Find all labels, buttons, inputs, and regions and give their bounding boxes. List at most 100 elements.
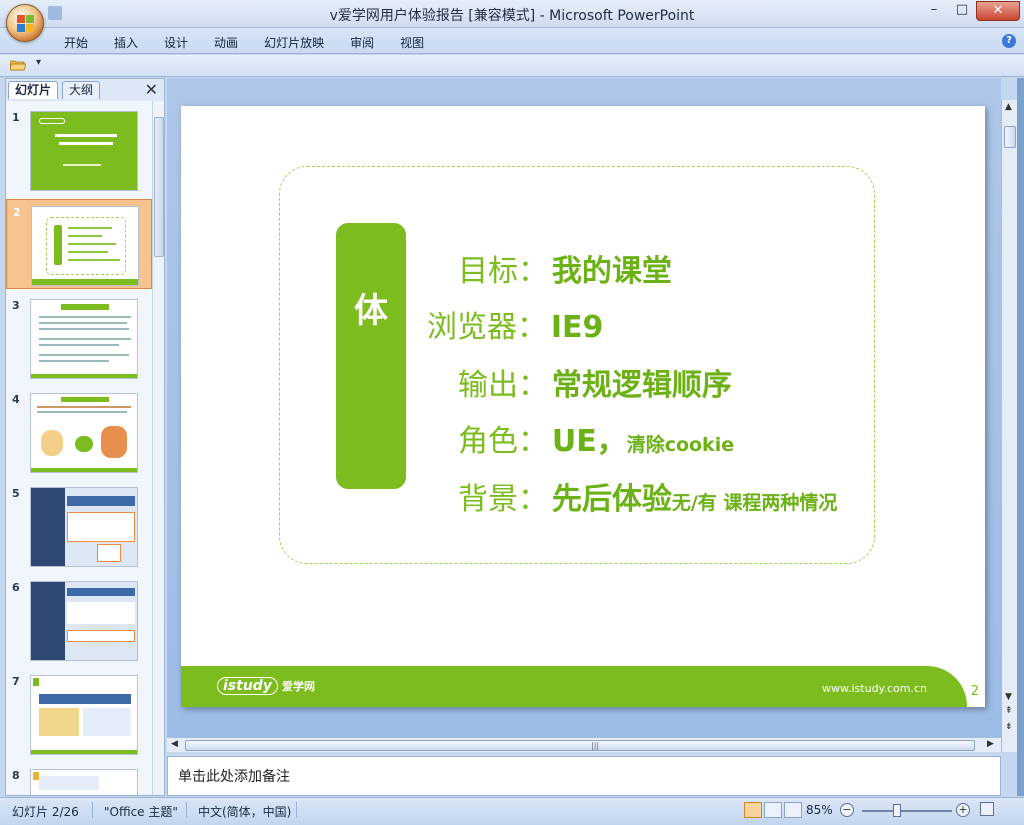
row-label: 输出： bbox=[458, 368, 548, 403]
slide-thumbnail-2[interactable]: 2 bbox=[6, 199, 152, 289]
thumbnails-scrollbar[interactable] bbox=[152, 101, 164, 795]
row-label: 背景： bbox=[458, 482, 548, 517]
divider bbox=[92, 802, 93, 818]
open-folder-icon[interactable] bbox=[10, 59, 26, 71]
logo-text: istudy bbox=[217, 677, 278, 695]
tab-review[interactable]: 审阅 bbox=[350, 34, 374, 51]
slides-pane: 幻灯片 大纲 ✕ 1 2 3 4 5 6 7 8 bbox=[5, 78, 165, 796]
slide-thumbnail-3[interactable]: 3 bbox=[6, 293, 152, 383]
maximize-button[interactable]: □ bbox=[948, 1, 976, 21]
window-title: v爱学网用户体验报告 [兼容模式] - Microsoft PowerPoint bbox=[329, 8, 695, 24]
previous-slide-icon[interactable]: ⇞ bbox=[1005, 706, 1013, 716]
tab-home[interactable]: 开始 bbox=[64, 34, 88, 51]
thumbnail-image bbox=[30, 111, 138, 191]
language[interactable]: 中文(简体，中国) bbox=[198, 803, 291, 820]
zoom-slider-thumb[interactable] bbox=[893, 804, 901, 817]
normal-view-icon[interactable] bbox=[744, 802, 762, 818]
current-slide[interactable]: 体 目标： 我的课堂 浏览器： IE9 输出： 常规逻辑顺序 角色： UE，清除… bbox=[181, 106, 985, 707]
row-value: UE， bbox=[551, 424, 627, 459]
quick-access-toolbar: ▾ bbox=[0, 55, 1024, 77]
pane-close-icon[interactable]: ✕ bbox=[145, 80, 158, 99]
row-value: IE9 bbox=[550, 310, 604, 345]
scrollbar-thumb[interactable] bbox=[1004, 126, 1016, 148]
thumbnail-image bbox=[30, 299, 138, 379]
thumbnail-number: 2 bbox=[13, 206, 21, 219]
divider bbox=[186, 802, 187, 818]
title-bar: v爱学网用户体验报告 [兼容模式] - Microsoft PowerPoint… bbox=[0, 0, 1024, 28]
row-extra: 无/有 课程两种情况 bbox=[671, 492, 838, 514]
row-background: 背景： 先后体验无/有 课程两种情况 bbox=[458, 474, 838, 517]
notes-placeholder[interactable]: 单击此处添加备注 bbox=[178, 766, 290, 786]
thumbnail-number: 5 bbox=[12, 487, 20, 500]
zoom-level[interactable]: 85% bbox=[806, 803, 833, 817]
tab-animations[interactable]: 动画 bbox=[214, 34, 238, 51]
scroll-down-icon[interactable]: ▼ bbox=[1005, 692, 1012, 702]
slide-thumbnail-7[interactable]: 7 bbox=[6, 669, 152, 759]
close-button[interactable]: ✕ bbox=[976, 1, 1020, 21]
scrollbar-thumb[interactable] bbox=[154, 117, 164, 257]
thumbnail-number: 1 bbox=[12, 111, 20, 124]
tab-insert[interactable]: 插入 bbox=[114, 34, 138, 51]
tab-view[interactable]: 视图 bbox=[400, 34, 424, 51]
thumbnail-number: 4 bbox=[12, 393, 20, 406]
slide-position: 幻灯片 2/26 bbox=[12, 805, 79, 819]
pane-tabs: 幻灯片 大纲 ✕ bbox=[6, 79, 164, 99]
customize-qat-chevron-down-icon[interactable]: ▾ bbox=[36, 57, 41, 68]
slide-thumbnail-1[interactable]: 1 bbox=[6, 105, 152, 195]
ribbon-tabs-bar: 开始 插入 设计 动画 幻灯片放映 审阅 视图 ? bbox=[0, 28, 1024, 54]
row-goal: 目标： 我的课堂 bbox=[458, 246, 672, 289]
status-bar: 幻灯片 2/26 "Office 主题" 中文(简体，中国) 85% − + bbox=[0, 797, 1024, 825]
side-label-bar: 体 bbox=[336, 223, 406, 489]
thumbnail-image bbox=[31, 206, 139, 286]
fit-to-window-icon[interactable] bbox=[980, 802, 994, 816]
thumbnail-image bbox=[30, 393, 138, 473]
slide-thumbnail-5[interactable]: 5 bbox=[6, 481, 152, 571]
slide-vertical-scrollbar[interactable]: ▲ ▼ ⇞ ⇟ bbox=[1001, 100, 1017, 752]
row-browser: 浏览器： IE9 bbox=[427, 302, 604, 345]
window-edge bbox=[1017, 78, 1024, 796]
row-label: 角色： bbox=[458, 424, 548, 459]
zoom-in-icon[interactable]: + bbox=[956, 803, 970, 817]
slide-page-number: 2 bbox=[970, 684, 979, 699]
scroll-up-icon[interactable]: ▲ bbox=[1005, 102, 1012, 112]
row-value: 常规逻辑顺序 bbox=[551, 368, 732, 403]
scroll-left-icon[interactable]: ◀ bbox=[171, 739, 178, 749]
thumbnail-number: 3 bbox=[12, 299, 20, 312]
thumbnail-image bbox=[30, 769, 138, 795]
row-output: 输出： 常规逻辑顺序 bbox=[458, 360, 732, 403]
slide-sorter-view-icon[interactable] bbox=[764, 802, 782, 818]
slide-thumbnail-4[interactable]: 4 bbox=[6, 387, 152, 477]
window-controls: – □ ✕ bbox=[920, 1, 1020, 23]
slideshow-view-icon[interactable] bbox=[784, 802, 802, 818]
office-button[interactable] bbox=[6, 4, 44, 42]
row-label: 目标： bbox=[458, 254, 548, 289]
tab-slideshow[interactable]: 幻灯片放映 bbox=[264, 34, 324, 51]
help-icon[interactable]: ? bbox=[1002, 34, 1016, 48]
zoom-slider-track[interactable] bbox=[862, 810, 952, 812]
minimize-button[interactable]: – bbox=[920, 1, 948, 21]
thumbnail-number: 6 bbox=[12, 581, 20, 594]
side-label: 体 bbox=[354, 291, 388, 331]
theme-name[interactable]: "Office 主题" bbox=[104, 803, 178, 820]
thumbnail-number: 7 bbox=[12, 675, 20, 688]
tab-outline[interactable]: 大纲 bbox=[62, 81, 101, 99]
row-role: 角色： UE，清除cookie bbox=[458, 416, 735, 459]
divider bbox=[296, 802, 297, 818]
slide-thumbnail-6[interactable]: 6 bbox=[6, 575, 152, 665]
tab-slides[interactable]: 幻灯片 bbox=[8, 81, 59, 99]
footer-url: www.istudy.com.cn bbox=[822, 682, 927, 695]
slide-thumbnail-8[interactable]: 8 bbox=[6, 763, 152, 795]
slide-footer: istudy 爱学网 www.istudy.com.cn bbox=[181, 666, 967, 707]
slide-horizontal-scrollbar[interactable]: ◀ ||| ▶ bbox=[167, 737, 1001, 752]
row-value: 我的课堂 bbox=[551, 254, 672, 289]
notes-pane[interactable]: 单击此处添加备注 bbox=[167, 756, 1001, 796]
scroll-right-icon[interactable]: ▶ bbox=[987, 739, 994, 749]
next-slide-icon[interactable]: ⇟ bbox=[1005, 722, 1013, 732]
thumbnail-image bbox=[30, 581, 138, 661]
istudy-logo: istudy 爱学网 bbox=[217, 677, 315, 695]
row-extra: 清除cookie bbox=[626, 434, 735, 456]
slide-editing-area: 体 目标： 我的课堂 浏览器： IE9 输出： 常规逻辑顺序 角色： UE，清除… bbox=[167, 78, 1001, 752]
scrollbar-thumb[interactable]: ||| bbox=[185, 740, 975, 751]
tab-design[interactable]: 设计 bbox=[164, 34, 188, 51]
zoom-out-icon[interactable]: − bbox=[840, 803, 854, 817]
